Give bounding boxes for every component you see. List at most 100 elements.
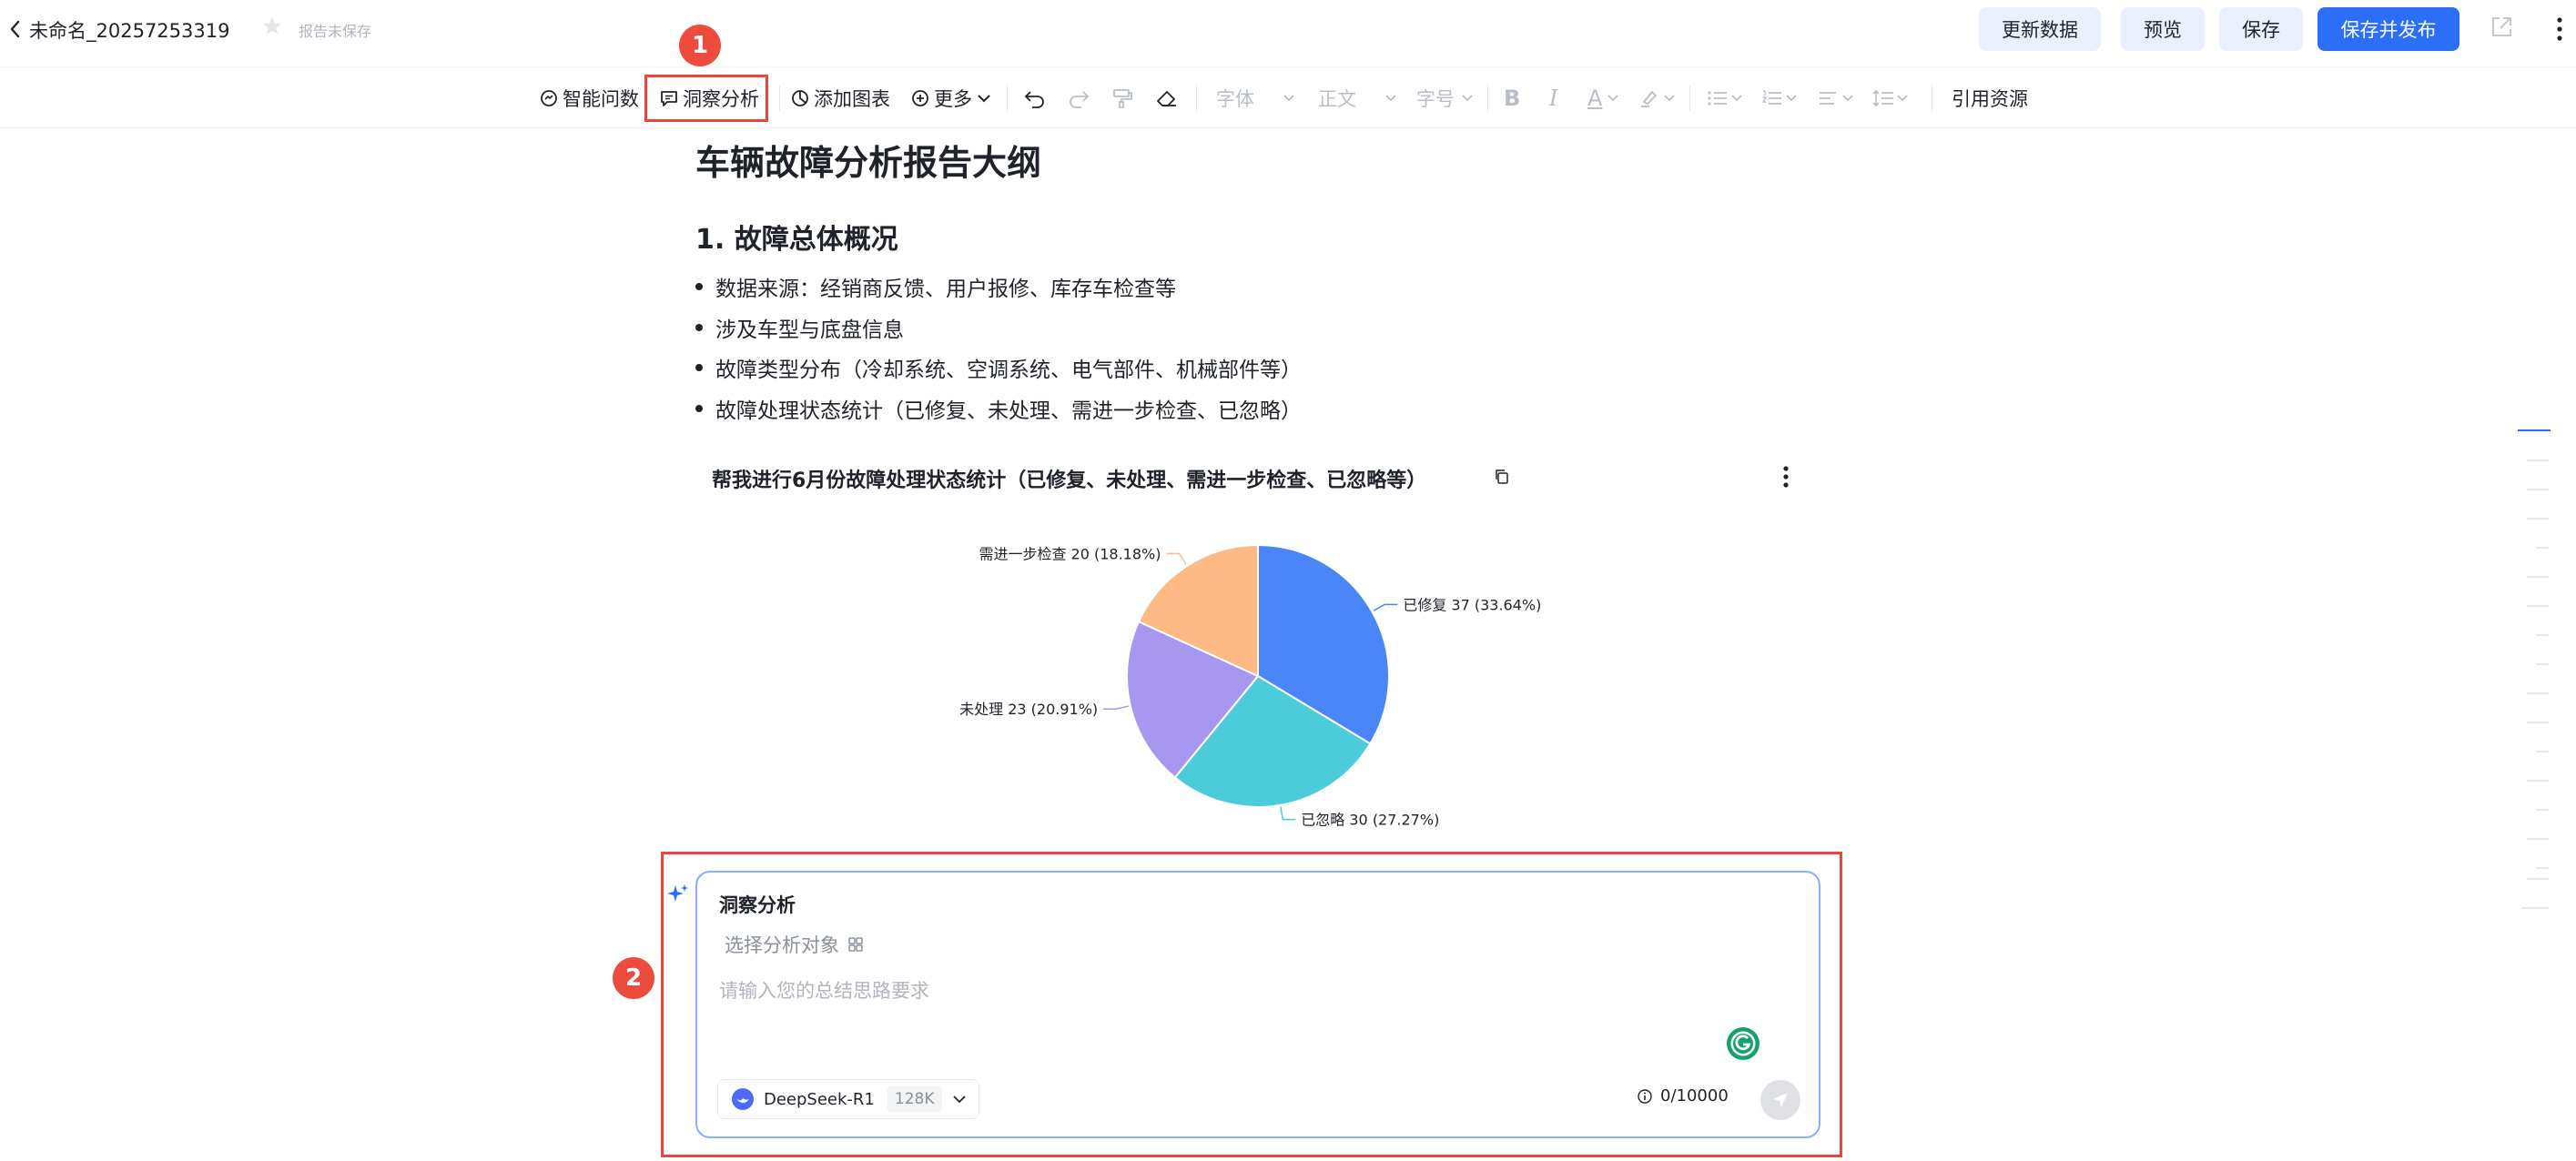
pie-data-label: 已忽略 30 (27.27%) bbox=[1301, 812, 1439, 829]
chevron-down-icon bbox=[978, 95, 990, 103]
line-spacing-button[interactable] bbox=[1871, 67, 1910, 129]
font-color-label: A bbox=[1587, 86, 1603, 111]
redo-button[interactable] bbox=[1067, 67, 1090, 129]
outline-marker[interactable] bbox=[2536, 547, 2549, 549]
outline-marker[interactable] bbox=[2527, 780, 2549, 782]
context-length-badge: 128K bbox=[887, 1086, 942, 1112]
toolbar-divider bbox=[1196, 86, 1197, 111]
smart-query-label: 智能问数 bbox=[563, 88, 639, 110]
model-selector[interactable]: DeepSeek-R1 128K bbox=[717, 1079, 979, 1119]
more-vertical-icon[interactable] bbox=[2552, 13, 2567, 45]
copy-icon[interactable] bbox=[1493, 467, 1511, 487]
list-item-text: 数据来源：经销商反馈、用户报修、库存车检查等 bbox=[715, 278, 1176, 301]
outline-marker[interactable] bbox=[2527, 459, 2549, 461]
highlight-button[interactable] bbox=[1638, 67, 1677, 129]
outline-marker[interactable] bbox=[2527, 692, 2549, 694]
outline-marker[interactable] bbox=[2518, 429, 2551, 431]
font-family-select[interactable]: 字体 bbox=[1216, 67, 1296, 129]
bullet-list-button[interactable] bbox=[1706, 67, 1744, 129]
font-color-button[interactable]: A bbox=[1587, 67, 1620, 129]
numbered-list-button[interactable] bbox=[1760, 67, 1799, 129]
pie-data-label: 已修复 37 (33.64%) bbox=[1403, 596, 1541, 613]
star-icon[interactable] bbox=[260, 15, 284, 38]
outline-marker[interactable] bbox=[2536, 663, 2549, 665]
pie-chart: 已修复 37 (33.64%) 已忽略 30 (27.27%) 未处理 23 (20… bbox=[959, 543, 1541, 829]
list-item: 数据来源：经销商反馈、用户报修、库存车检查等 bbox=[695, 271, 1176, 302]
list-item: 涉及车型与底盘信息 bbox=[695, 312, 904, 343]
open-external-icon[interactable] bbox=[2489, 15, 2514, 40]
outline-marker[interactable] bbox=[2527, 576, 2549, 578]
outline-marker[interactable] bbox=[2527, 722, 2549, 723]
save-button[interactable]: 保存 bbox=[2219, 7, 2303, 51]
outline-marker[interactable] bbox=[2527, 518, 2549, 520]
plus-circle-icon bbox=[912, 90, 928, 106]
chevron-down-icon bbox=[1731, 95, 1742, 102]
chevron-down-icon bbox=[1897, 95, 1908, 102]
pie-data-label: 未处理 23 (20.91%) bbox=[959, 701, 1098, 718]
align-button[interactable] bbox=[1817, 67, 1855, 129]
select-analysis-target[interactable]: 选择分析对象 bbox=[725, 931, 865, 958]
numbered-list-icon bbox=[1761, 90, 1781, 105]
refresh-data-button[interactable]: 更新数据 bbox=[1979, 7, 2101, 51]
line-spacing-icon bbox=[1872, 89, 1893, 107]
toolbar-divider bbox=[779, 86, 780, 111]
pie-label-leader bbox=[1280, 806, 1296, 821]
send-icon bbox=[1773, 1093, 1788, 1107]
chevron-down-icon bbox=[1842, 95, 1853, 102]
list-item: 故障类型分布（冷却系统、空调系统、电气部件、机械部件等） bbox=[695, 352, 1302, 383]
back-icon[interactable] bbox=[4, 13, 27, 45]
pie-chart-icon bbox=[792, 90, 808, 106]
outline-marker[interactable] bbox=[2536, 634, 2549, 636]
more-menu-button[interactable]: 更多 bbox=[910, 67, 992, 129]
send-button[interactable] bbox=[1760, 1080, 1800, 1120]
chevron-down-icon bbox=[1385, 95, 1396, 102]
cite-resource-button[interactable]: 引用资源 bbox=[1952, 67, 2028, 129]
doc-title[interactable]: 未命名_20257253319 bbox=[29, 16, 229, 44]
list-item-text: 涉及车型与底盘信息 bbox=[715, 318, 904, 342]
grid-icon bbox=[848, 937, 863, 952]
format-painter-button[interactable] bbox=[1111, 67, 1134, 129]
callout-badge-2: 2 bbox=[613, 957, 654, 999]
section-heading: 1. 故障总体概况 bbox=[695, 224, 898, 256]
outline-marker[interactable] bbox=[2527, 605, 2549, 607]
list-item-text: 故障类型分布（冷却系统、空调系统、电气部件、机械部件等） bbox=[715, 358, 1302, 382]
summary-prompt-input[interactable] bbox=[719, 973, 1720, 1009]
document-title: 车辆故障分析报告大纲 bbox=[695, 143, 1042, 183]
char-counter-value: 0/10000 bbox=[1660, 1086, 1729, 1105]
preview-button[interactable]: 预览 bbox=[2121, 7, 2205, 51]
outline-marker[interactable] bbox=[2536, 809, 2549, 811]
smart-query-button[interactable]: 智能问数 bbox=[539, 67, 639, 129]
highlighter-icon bbox=[1641, 90, 1658, 107]
grammarly-icon[interactable] bbox=[1725, 1025, 1761, 1062]
model-name: DeepSeek-R1 bbox=[764, 1089, 875, 1109]
paragraph-style-select[interactable]: 正文 bbox=[1318, 67, 1398, 129]
font-size-select[interactable]: 字号 bbox=[1416, 67, 1475, 129]
chart-more-icon[interactable] bbox=[1777, 462, 1795, 491]
callout-highlight-insight bbox=[644, 75, 768, 122]
outline-marker[interactable] bbox=[2521, 907, 2549, 909]
undo-button[interactable] bbox=[1023, 67, 1047, 129]
clear-format-button[interactable] bbox=[1154, 67, 1180, 129]
outline-marker[interactable] bbox=[2527, 489, 2549, 490]
redo-icon bbox=[1070, 91, 1090, 108]
align-left-icon bbox=[1820, 92, 1836, 105]
save-publish-button[interactable]: 保存并发布 bbox=[2317, 7, 2459, 51]
pie-label-leader bbox=[1373, 603, 1398, 611]
info-icon bbox=[1638, 1088, 1652, 1104]
bold-button[interactable]: B bbox=[1504, 67, 1520, 129]
toolbar-divider bbox=[1689, 86, 1690, 111]
chevron-down-icon bbox=[1664, 95, 1675, 102]
bullet-dot bbox=[695, 364, 703, 371]
outline-marker[interactable] bbox=[2536, 867, 2549, 869]
outline-marker[interactable] bbox=[2536, 751, 2549, 752]
outline-marker[interactable] bbox=[2527, 838, 2549, 840]
outline-marker[interactable] bbox=[2527, 878, 2549, 880]
chevron-down-icon bbox=[1283, 95, 1294, 102]
add-chart-button[interactable]: 添加图表 bbox=[790, 67, 890, 129]
pie-label-leader bbox=[1166, 552, 1187, 565]
italic-button[interactable]: I bbox=[1549, 67, 1557, 129]
chart-title: 帮我进行6月份故障处理状态统计（已修复、未处理、需进一步检查、已忽略等） bbox=[712, 469, 1427, 492]
insight-panel: 洞察分析 选择分析对象 DeepSeek-R1 128K 0/10000 bbox=[695, 871, 1820, 1138]
header-bar: 未命名_20257253319 报告未保存 更新数据 预览 保存 保存并发布 bbox=[0, 0, 2576, 58]
save-status: 报告未保存 bbox=[299, 23, 372, 40]
